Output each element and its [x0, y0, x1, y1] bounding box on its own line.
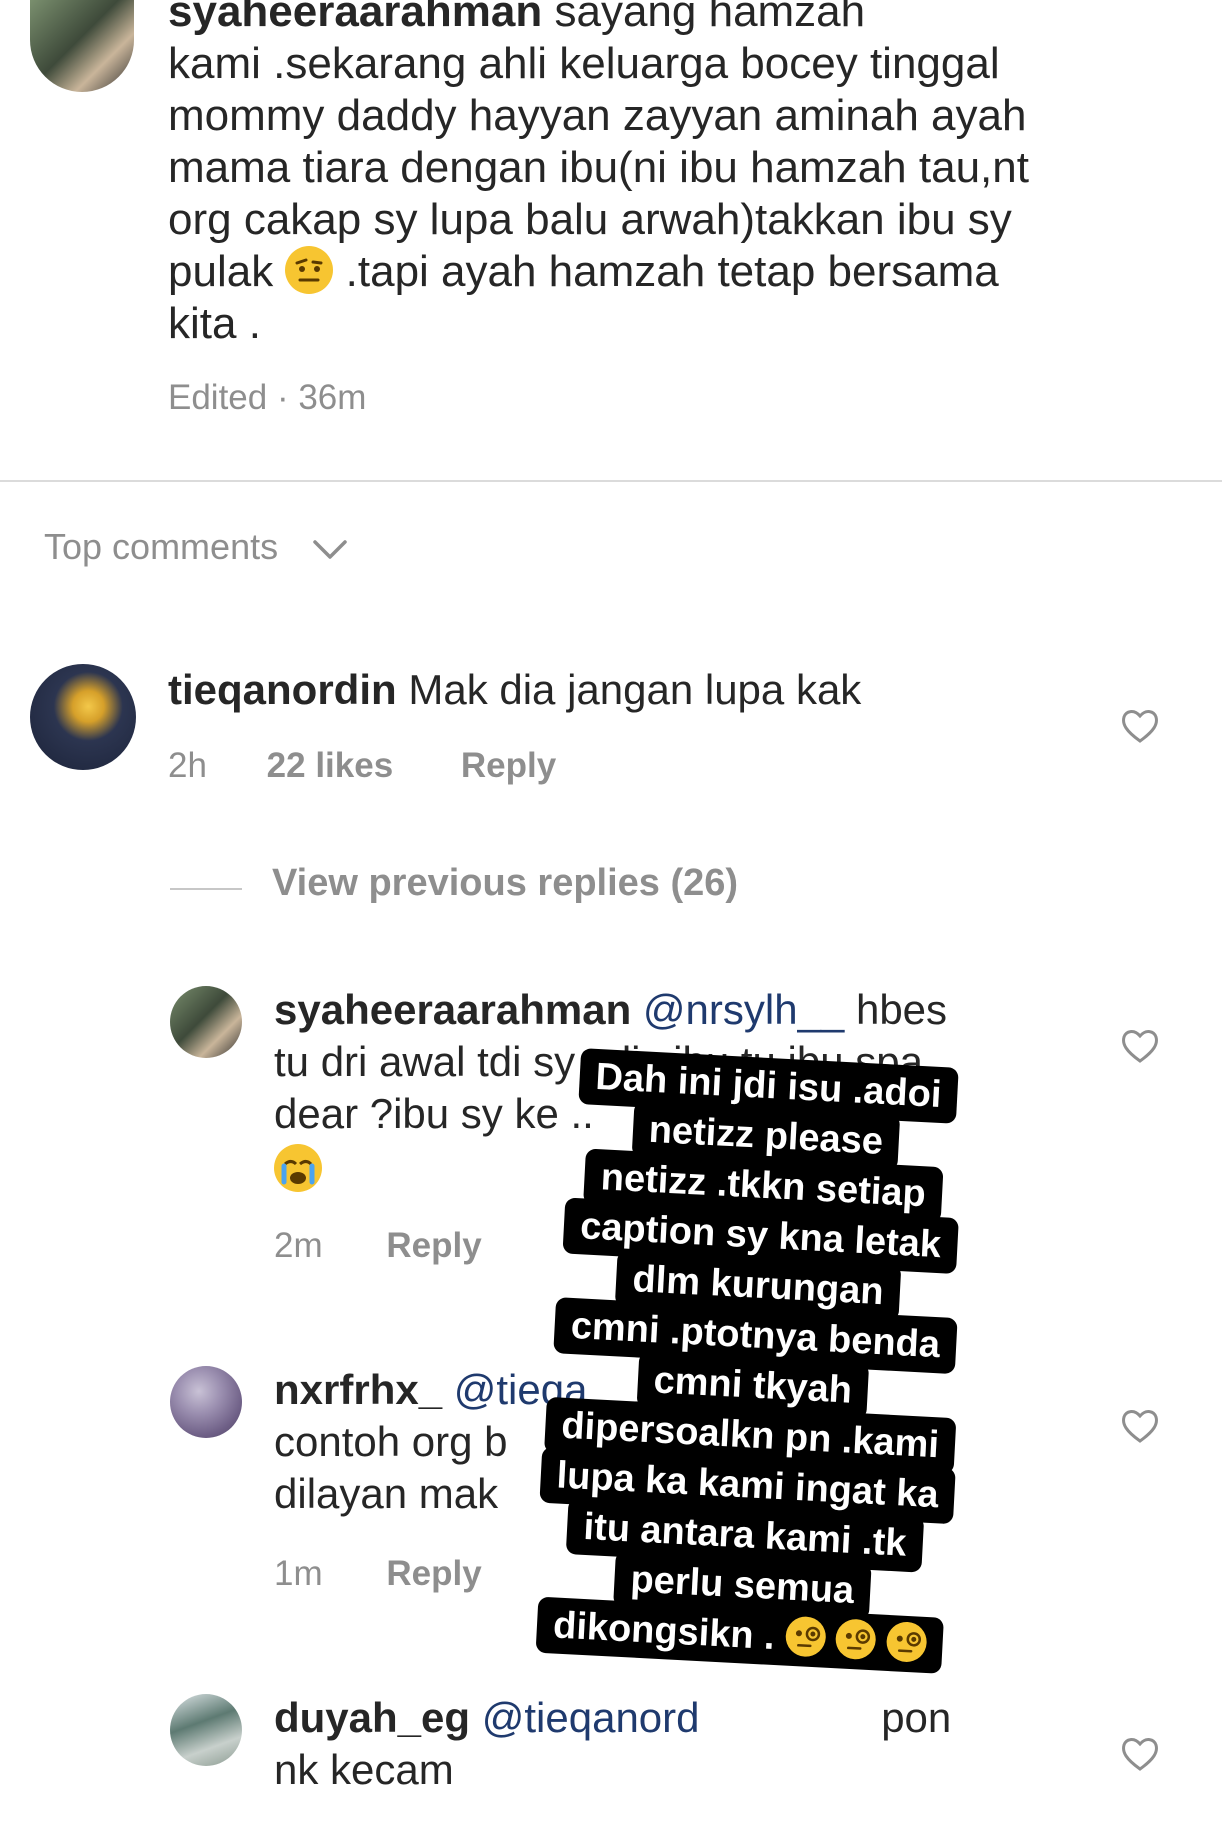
heart-icon[interactable]: [1120, 1406, 1160, 1446]
heart-icon[interactable]: [1120, 1734, 1160, 1774]
comment-body: tieqanordin Mak dia jangan lupa kak: [168, 666, 862, 713]
reply-mention[interactable]: @tieqanord: [482, 1694, 700, 1741]
replies-rule: [170, 888, 242, 890]
monocle-face-emoji-icon: [784, 1615, 827, 1658]
comment-reply-button[interactable]: Reply: [461, 746, 556, 785]
reply-time: 1m: [274, 1554, 323, 1593]
reply-avatar[interactable]: [170, 1366, 242, 1438]
caption-meta: Edited · 36m: [168, 378, 367, 417]
comment-meta: 2h 22 likes Reply: [168, 746, 556, 786]
crying-face-emoji-icon: [274, 1144, 322, 1192]
comment-likes[interactable]: 22 likes: [267, 746, 394, 785]
reply-reply-button[interactable]: Reply: [386, 1554, 481, 1593]
reply-body: duyah_eg @tieqanord pon nk kecam: [274, 1694, 952, 1793]
view-previous-replies-button[interactable]: View previous replies (26): [272, 862, 738, 905]
reply-reply-button[interactable]: Reply: [386, 1226, 481, 1265]
comment-time: 2h: [168, 746, 207, 785]
reply-username[interactable]: nxrfrhx_: [274, 1366, 442, 1413]
reply-meta: 1m Reply: [274, 1554, 482, 1594]
heart-icon[interactable]: [1120, 706, 1160, 746]
raised-eyebrow-emoji-icon: [285, 246, 334, 294]
reply-meta: 2m Reply: [274, 1226, 482, 1266]
reply-avatar[interactable]: [170, 986, 242, 1058]
caption-avatar[interactable]: [30, 0, 134, 92]
monocle-face-emoji-icon: [834, 1618, 877, 1661]
reply-time: 2m: [274, 1226, 323, 1265]
heart-icon[interactable]: [1120, 1026, 1160, 1066]
monocle-face-emoji-icon: [885, 1620, 928, 1663]
sort-label: Top comments: [44, 526, 279, 567]
caption-username[interactable]: syaheeraarahman: [168, 0, 542, 36]
reply-username[interactable]: duyah_eg: [274, 1694, 470, 1741]
sticker-line-last: dikongsikn .: [535, 1596, 944, 1674]
comment-username[interactable]: tieqanordin: [168, 666, 397, 713]
comment-avatar[interactable]: [30, 664, 136, 770]
caption-text: syaheeraarahman sayang hamzah kami .seka…: [168, 0, 1128, 424]
reply-username[interactable]: syaheeraarahman: [274, 986, 631, 1033]
reply-mention[interactable]: @nrsylh__: [643, 986, 844, 1033]
chevron-down-icon: [312, 528, 348, 570]
reply-avatar[interactable]: [170, 1694, 242, 1766]
section-divider: [0, 480, 1222, 482]
story-text-sticker: Dah ini jdi isu .adoi netizz please neti…: [489, 1045, 1020, 1674]
sort-dropdown[interactable]: Top comments: [44, 526, 348, 570]
